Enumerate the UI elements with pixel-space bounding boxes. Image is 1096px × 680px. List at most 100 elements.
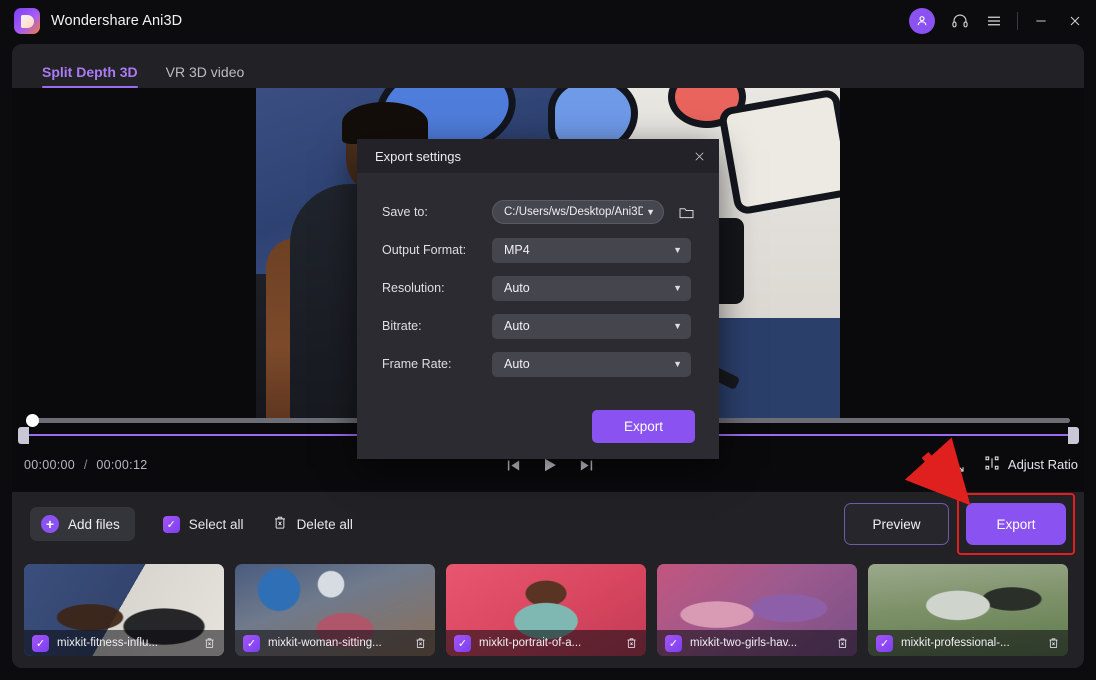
adjust-ratio-button[interactable]: Adjust Ratio [984, 455, 1078, 474]
field-save-to: Save to: C:/Users/ws/Desktop/Ani3D ▼ [382, 199, 697, 225]
thumbnail-name: mixkit-two-girls-hav... [690, 637, 798, 649]
add-files-label: Add files [68, 516, 120, 532]
thumbnail-item-1[interactable]: ✓ mixkit-woman-sitting... [235, 564, 435, 656]
thumbnail-item-0[interactable]: ✓ mixkit-fitness-influ... [24, 564, 224, 656]
add-files-button[interactable]: + Add files [30, 507, 135, 541]
thumbnail-footer: ✓ mixkit-professional-... [868, 630, 1068, 656]
dialog-title-bar: Export settings [357, 139, 719, 173]
close-icon[interactable] [1058, 4, 1092, 38]
trim-handle-left[interactable] [18, 427, 29, 444]
tab-strip: Split Depth 3D VR 3D video [12, 44, 1084, 90]
thumbnail-footer: ✓ mixkit-portrait-of-a... [446, 630, 646, 656]
next-frame-icon[interactable] [578, 457, 595, 474]
thumbnail-item-3[interactable]: ✓ mixkit-two-girls-hav... [657, 564, 857, 656]
wondershare-logo-icon [14, 8, 40, 34]
tab-split-depth-3d[interactable]: Split Depth 3D [28, 64, 152, 90]
stage-right-controls: Adjust Ratio [948, 455, 1078, 474]
thumbnail-name: mixkit-portrait-of-a... [479, 637, 582, 649]
thumbnail-checkbox[interactable]: ✓ [876, 634, 893, 652]
timeline-playhead[interactable] [26, 414, 39, 427]
field-bitrate: Bitrate: Auto ▼ [382, 313, 697, 339]
thumbnail-delete-icon[interactable] [625, 636, 638, 650]
headset-icon[interactable] [943, 4, 977, 38]
thumbnail-footer: ✓ mixkit-woman-sitting... [235, 630, 435, 656]
plus-circle-icon: + [41, 515, 59, 533]
app-title: Wondershare Ani3D [51, 13, 183, 29]
dialog-title: Export settings [375, 148, 461, 164]
dialog-export-button[interactable]: Export [592, 410, 695, 443]
thumbnail-checkbox[interactable]: ✓ [243, 634, 260, 652]
application-window: Wondershare Ani3D Split Depth 3D VR 3D v… [0, 0, 1096, 680]
dialog-close-icon[interactable] [692, 149, 707, 164]
field-resolution: Resolution: Auto ▼ [382, 275, 697, 301]
thumbnail-delete-icon[interactable] [836, 636, 849, 650]
title-bar: Wondershare Ani3D [0, 0, 1096, 42]
export-button[interactable]: Export [966, 503, 1066, 545]
thumbnail-delete-icon[interactable] [203, 636, 216, 650]
fullscreen-icon[interactable] [948, 456, 966, 474]
output-format-value: MP4 [504, 243, 530, 257]
frame-rate-select[interactable]: Auto ▼ [492, 351, 691, 377]
resolution-value: Auto [504, 281, 530, 295]
crop-ratio-icon [984, 455, 1000, 474]
output-format-select[interactable]: MP4 ▼ [492, 237, 691, 263]
thumbnail-checkbox[interactable]: ✓ [665, 634, 682, 652]
field-label: Resolution: [382, 281, 445, 295]
thumbnail-footer: ✓ mixkit-fitness-influ... [24, 630, 224, 656]
checkbox-checked-icon: ✓ [162, 515, 180, 533]
export-button-wrapper: Export [957, 493, 1075, 555]
thumbnail-item-2[interactable]: ✓ mixkit-portrait-of-a... [446, 564, 646, 656]
user-avatar-icon[interactable] [909, 8, 935, 34]
field-label: Save to: [382, 205, 428, 219]
field-label: Output Format: [382, 243, 467, 257]
select-all-button[interactable]: ✓ Select all [162, 515, 244, 533]
chevron-down-icon: ▼ [673, 283, 682, 293]
thumbnail-strip[interactable]: ✓ mixkit-fitness-influ... ✓ mixkit-woman… [12, 556, 1084, 668]
chevron-down-icon: ▼ [673, 359, 682, 369]
preview-button[interactable]: Preview [844, 503, 949, 545]
thumbnail-checkbox[interactable]: ✓ [454, 634, 471, 652]
thumbnail-checkbox[interactable]: ✓ [32, 634, 49, 652]
bitrate-select[interactable]: Auto ▼ [492, 313, 691, 339]
toolbar-divider [1017, 12, 1018, 30]
chevron-down-icon: ▼ [646, 207, 655, 217]
trash-icon [272, 514, 288, 534]
field-label: Frame Rate: [382, 357, 452, 371]
dialog-body: Save to: C:/Users/ws/Desktop/Ani3D ▼ Out… [357, 173, 719, 443]
timecode-display: 00:00:00 / 00:00:12 [24, 458, 147, 472]
tab-vr-3d-video[interactable]: VR 3D video [152, 64, 259, 90]
resolution-select[interactable]: Auto ▼ [492, 275, 691, 301]
thumbnail-delete-icon[interactable] [1047, 636, 1060, 650]
field-frame-rate: Frame Rate: Auto ▼ [382, 351, 697, 377]
dialog-actions: Export [382, 410, 697, 443]
time-separator: / [83, 458, 88, 472]
folder-icon[interactable] [678, 205, 695, 220]
thumbnail-name: mixkit-fitness-influ... [57, 637, 158, 649]
total-time: 00:00:12 [96, 458, 148, 472]
select-all-label: Select all [188, 516, 244, 532]
adjust-ratio-label: Adjust Ratio [1007, 457, 1078, 472]
chevron-down-icon: ▼ [673, 321, 682, 331]
thumbnail-item-4[interactable]: ✓ mixkit-professional-... [868, 564, 1068, 656]
save-path-value: C:/Users/ws/Desktop/Ani3D [504, 206, 644, 218]
window-controls [909, 4, 1096, 38]
thumbnail-name: mixkit-professional-... [901, 637, 1010, 649]
current-time: 00:00:00 [24, 458, 76, 472]
frame-rate-value: Auto [504, 357, 530, 371]
field-output-format: Output Format: MP4 ▼ [382, 237, 697, 263]
thumbnail-delete-icon[interactable] [414, 636, 427, 650]
minimize-icon[interactable] [1024, 4, 1058, 38]
field-label: Bitrate: [382, 319, 422, 333]
delete-all-button[interactable]: Delete all [272, 514, 353, 534]
hamburger-menu-icon[interactable] [977, 4, 1011, 38]
delete-all-label: Delete all [296, 516, 353, 532]
chevron-down-icon: ▼ [673, 245, 682, 255]
trim-handle-right[interactable] [1068, 427, 1079, 444]
export-settings-dialog: Export settings Save to: C:/Users/ws/Des… [357, 139, 719, 459]
thumbnail-footer: ✓ mixkit-two-girls-hav... [657, 630, 857, 656]
previous-frame-icon[interactable] [505, 457, 522, 474]
file-toolbar: + Add files ✓ Select all Delete all Prev… [12, 492, 1084, 556]
bitrate-value: Auto [504, 319, 530, 333]
thumbnail-name: mixkit-woman-sitting... [268, 637, 382, 649]
save-path-select[interactable]: C:/Users/ws/Desktop/Ani3D ▼ [492, 200, 664, 224]
